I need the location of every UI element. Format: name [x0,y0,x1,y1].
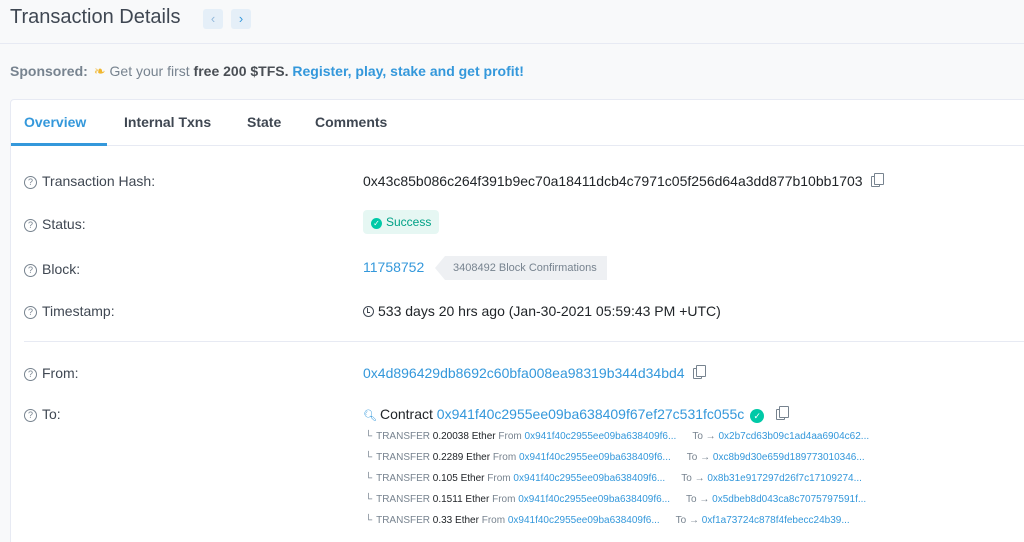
transfer-amount: 0.33 Ether [432,515,479,526]
transfer-to-keyword: To [686,452,698,463]
help-icon[interactable]: ? [24,264,37,277]
transfer-from-link[interactable]: 0x941f40c2955ee09ba638409f6... [519,452,671,463]
timestamp-label: ? Timestamp: [24,303,115,319]
transfer-from-link[interactable]: 0x941f40c2955ee09ba638409f6... [508,515,660,526]
transfer-from-link[interactable]: 0x941f40c2955ee09ba638409f6... [525,431,677,442]
clock-icon [363,306,374,317]
transfer-from-keyword: From [492,452,517,463]
elbow-arrow-icon: └ [365,473,373,484]
elbow-arrow-icon: └ [365,431,373,442]
transfer-amount: 0.105 Ether [432,473,485,484]
tab-overview[interactable]: Overview [24,114,86,130]
help-icon[interactable]: ? [24,219,37,232]
transfer-to-link[interactable]: 0x8b31e917297d26f7c17109274... [707,473,862,484]
transaction-hash-value: 0x43c85b086c264f391b9ec70a18411dcb4c7971… [363,173,884,189]
arrow-right-icon: → [689,515,699,526]
contract-prefix: Contract [379,406,433,422]
transfer-row: └ TRANSFER 0.33 Ether From 0x941f40c2955e… [365,514,869,535]
active-tab-indicator [11,143,107,146]
transfer-from-keyword: From [487,473,511,484]
transfer-to-link[interactable]: 0xf1a73724c878f4febecc24b39... [702,515,850,526]
coin-icon: ❧ [93,63,106,79]
sponsored-label: Sponsored: [10,63,88,79]
internal-transfers-list: └ TRANSFER 0.20038 Ether From 0x941f40c29… [365,430,869,535]
transfer-from-keyword: From [481,515,506,526]
transfer-to-keyword: To [692,431,703,442]
timestamp-text: 533 days 20 hrs ago (Jan-30-2021 05:59:4… [378,303,721,319]
sponsored-bold-text: free 200 $TFS. [193,63,289,79]
copy-icon[interactable] [870,173,884,187]
transfer-row: └ TRANSFER 0.2289 Ether From 0x941f40c295… [365,451,869,472]
arrow-right-icon: → [694,473,705,484]
help-icon[interactable]: ? [24,176,37,189]
from-label: ? From: [24,365,79,381]
transfer-to-keyword: To [681,473,692,484]
transfer-row: └ TRANSFER 0.1511 Ether From 0x941f40c295… [365,493,869,514]
sponsored-text: Get your first [109,63,190,79]
from-value: 0x4d896429db8692c60bfa008ea98319b344d34b… [363,365,706,381]
transfer-amount: 0.20038 Ether [432,431,496,442]
transfer-amount: 0.2289 Ether [432,452,491,463]
transaction-card: Overview Internal Txns State Comments ? T… [10,99,1024,542]
arrow-right-icon: → [699,494,710,505]
status-label: ? Status: [24,216,86,232]
previous-transaction-button[interactable]: ‹ [203,9,223,29]
transfer-from-keyword: From [492,494,516,505]
verified-contract-icon: ✓ [750,409,765,423]
sponsored-banner: Sponsored: ❧ Get your first free 200 $TFS.… [10,63,524,80]
transfer-row: └ TRANSFER 0.105 Ether From 0x941f40c2955… [365,472,869,493]
sponsored-link[interactable]: Register, play, stake and get profit! [292,63,524,79]
transfer-to-link[interactable]: 0x5dbeb8d043ca8c7075797591f... [712,494,866,505]
next-transaction-button[interactable]: › [231,9,251,29]
transfer-type: TRANSFER [376,515,430,526]
transfer-type: TRANSFER [376,473,430,484]
transfer-to-link[interactable]: 0xc8b9d30e659d189773010346... [713,452,865,463]
block-confirmations-badge: 3408492 Block Confirmations [435,256,607,280]
transfer-to-keyword: To [675,515,687,526]
tab-bar: Overview Internal Txns State Comments [11,100,1024,146]
section-divider [24,341,1024,342]
transaction-hash-label: ? Transaction Hash: [24,173,155,189]
block-number-link[interactable]: 11758752 [363,259,424,275]
arrow-right-icon: → [700,452,711,463]
check-circle-icon: ✓ [371,218,382,229]
copy-icon[interactable] [692,365,706,379]
transfer-type: TRANSFER [376,494,430,505]
copy-icon[interactable] [776,406,790,420]
help-icon[interactable]: ? [24,409,37,422]
tab-internal-txns[interactable]: Internal Txns [124,114,211,130]
to-value: 🔍︎ Contract 0x941f40c2955ee09ba638409f67e… [363,406,790,423]
transfer-from-keyword: From [498,431,522,442]
to-address-link[interactable]: 0x941f40c2955ee09ba638409f67ef27c531fc05… [437,406,745,422]
transfer-from-link[interactable]: 0x941f40c2955ee09ba638409f6... [513,473,665,484]
status-text: Success [386,215,432,229]
transfer-type: TRANSFER [376,452,430,463]
transfer-to-link[interactable]: 0x2b7cd63b09c1ad4aa6904c62... [718,431,869,442]
from-address-link[interactable]: 0x4d896429db8692c60bfa008ea98319b344d34b… [363,365,685,381]
elbow-arrow-icon: └ [365,452,373,463]
transfer-from-link[interactable]: 0x941f40c2955ee09ba638409f6... [518,494,670,505]
transfer-row: └ TRANSFER 0.20038 Ether From 0x941f40c29… [365,430,869,451]
tab-state[interactable]: State [247,114,281,130]
transfer-to-keyword: To [686,494,697,505]
page-header: Transaction Details ‹ › [0,0,1024,44]
block-label: ? Block: [24,261,80,277]
transfer-amount: 0.1511 Ether [432,494,490,505]
tab-comments[interactable]: Comments [315,114,387,130]
help-icon[interactable]: ? [24,368,37,381]
elbow-arrow-icon: └ [365,515,373,526]
timestamp-value: 533 days 20 hrs ago (Jan-30-2021 05:59:4… [363,303,721,319]
transaction-hash-text: 0x43c85b086c264f391b9ec70a18411dcb4c7971… [363,173,863,189]
arrow-right-icon: → [705,431,716,442]
to-label: ? To: [24,406,61,422]
elbow-arrow-icon: └ [365,494,373,505]
transfer-type: TRANSFER [376,431,430,442]
page-title: Transaction Details [10,6,181,28]
status-badge: ✓ Success [363,210,440,234]
help-icon[interactable]: ? [24,306,37,319]
contract-search-icon: 🔍︎ [363,410,377,422]
